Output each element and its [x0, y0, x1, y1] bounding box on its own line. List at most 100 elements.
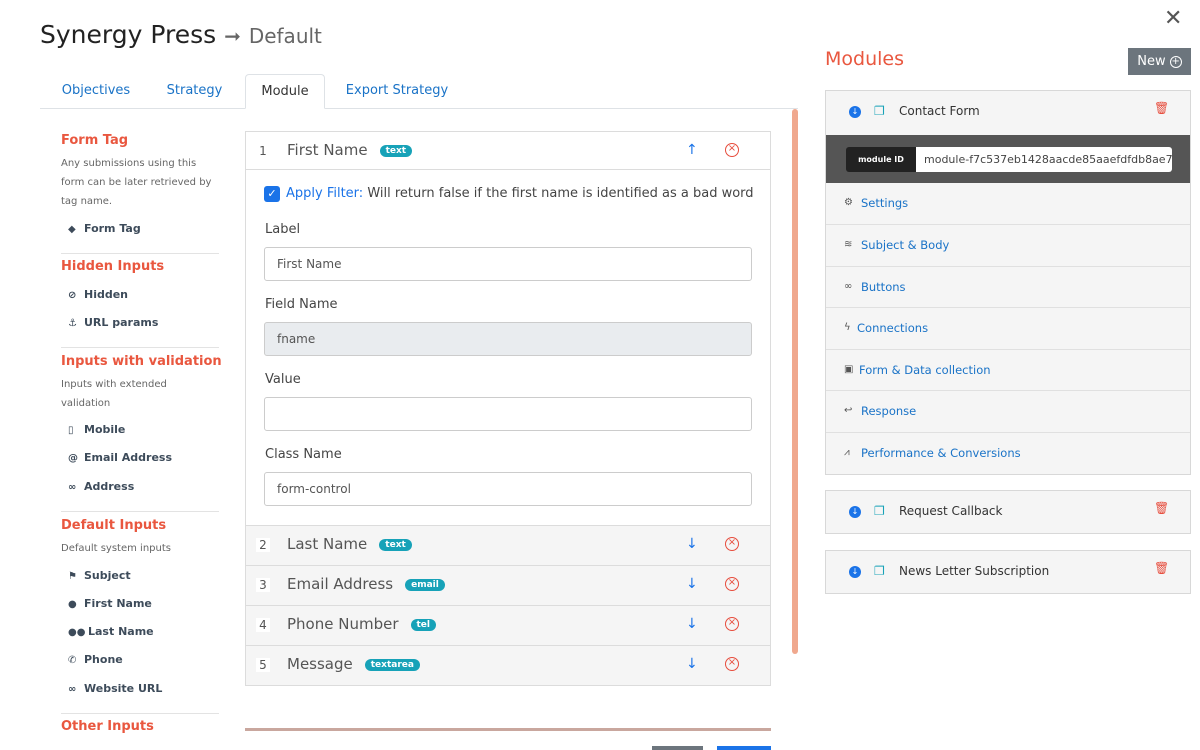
module-header[interactable]: ↓ ❐ News Letter Subscription 🗑 — [826, 551, 1190, 591]
tab-module[interactable]: Module — [245, 74, 325, 109]
module-id-input[interactable]: module-f7c537eb1428aacde85aaefdfdb8ae7e — [916, 147, 1172, 172]
arrow-down-icon[interactable]: ↓ — [686, 616, 698, 632]
module-title: Contact Form — [899, 104, 980, 118]
sidebar-item-label: Email Address — [84, 451, 173, 464]
label-field-label: Label — [265, 222, 301, 237]
tab-strategy[interactable]: Strategy — [156, 74, 233, 109]
field-name-text: Phone Number — [287, 615, 399, 633]
field-name: Last Name text — [287, 535, 412, 553]
reply-icon: ↩ — [844, 405, 853, 416]
sidebar-item-form-tag[interactable]: ◆ Form Tag — [68, 222, 141, 235]
module-item-form-data[interactable]: ▣ Form & Data collection — [826, 349, 1190, 390]
field-row-email-address[interactable]: 3 Email Address email ↓ × — [246, 565, 770, 605]
sidebar-item-first-name[interactable]: ● First Name — [68, 597, 152, 610]
field-number: 4 — [256, 618, 270, 632]
validation-heading: Inputs with validation — [61, 354, 222, 369]
value-input[interactable] — [264, 397, 752, 431]
arrow-down-icon[interactable]: ↓ — [686, 656, 698, 672]
scrollbar[interactable] — [792, 109, 798, 654]
arrow-up-icon[interactable]: ↑ — [686, 142, 698, 158]
module-item-label: Response — [861, 404, 917, 418]
sidebar-item-label: Address — [84, 480, 135, 493]
cancel-button[interactable] — [652, 746, 703, 750]
copy-icon[interactable]: ❐ — [874, 504, 885, 518]
trash-icon[interactable]: 🗑 — [1154, 501, 1169, 515]
label-input[interactable]: First Name — [264, 247, 752, 281]
tab-bar: Objectives Strategy Module Export Strate… — [40, 74, 798, 109]
remove-icon[interactable]: × — [725, 537, 739, 551]
sidebar-item-last-name[interactable]: ●● Last Name — [68, 625, 154, 638]
divider — [61, 253, 219, 254]
apply-filter-checkbox[interactable]: ✓ — [264, 186, 280, 202]
module-item-subject-body[interactable]: ≋ Subject & Body — [826, 224, 1190, 265]
sidebar-item-label: First Name — [84, 597, 152, 610]
type-badge: text — [379, 144, 413, 157]
field-name-text: Last Name — [287, 535, 368, 553]
remove-icon[interactable]: × — [725, 617, 739, 631]
divider — [61, 347, 219, 348]
form-tag-heading: Form Tag — [61, 133, 129, 148]
field-name-text: Email Address — [287, 575, 394, 593]
download-icon[interactable]: ↓ — [849, 506, 861, 518]
sidebar-item-mobile[interactable]: ▯ Mobile — [68, 423, 125, 436]
class-name-input[interactable]: form-control — [264, 472, 752, 506]
field-row-phone-number[interactable]: 4 Phone Number tel ↓ × — [246, 605, 770, 645]
module-card-newsletter: ↓ ❐ News Letter Subscription 🗑 — [825, 550, 1191, 594]
user-icon: ● — [68, 599, 77, 610]
copy-icon[interactable]: ❐ — [874, 104, 885, 118]
trash-icon[interactable]: 🗑 — [1154, 561, 1169, 575]
trash-icon[interactable]: 🗑 — [1154, 101, 1169, 115]
type-badge: textarea — [364, 658, 420, 671]
module-header[interactable]: ↓ ❐ Contact Form 🗑 — [826, 91, 1190, 131]
tag-icon: ◆ — [68, 224, 76, 235]
arrow-down-icon[interactable]: ↓ — [686, 576, 698, 592]
sidebar-item-label: Phone — [84, 653, 123, 666]
flag-icon: ⚑ — [68, 571, 77, 582]
close-icon[interactable]: ✕ — [1164, 6, 1182, 31]
sidebar-item-phone[interactable]: ✆ Phone — [68, 653, 123, 666]
module-item-response[interactable]: ↩ Response — [826, 390, 1190, 431]
field-number: 5 — [256, 658, 270, 672]
type-badge: email — [405, 578, 445, 591]
sidebar-item-label: Last Name — [88, 625, 154, 638]
chart-icon: ⩘ — [844, 447, 850, 458]
sidebar-item-label: Form Tag — [84, 222, 141, 235]
field-name-input[interactable]: fname — [264, 322, 752, 356]
sidebar-item-subject[interactable]: ⚑ Subject — [68, 569, 131, 582]
field-row-last-name[interactable]: 2 Last Name text ↓ × — [246, 525, 770, 565]
sidebar-item-url-params[interactable]: ⚓ URL params — [68, 316, 158, 329]
sidebar-item-website-url[interactable]: ∞ Website URL — [68, 682, 162, 695]
sidebar-item-label: Subject — [84, 569, 131, 582]
module-header[interactable]: ↓ ❐ Request Callback 🗑 — [826, 491, 1190, 531]
save-button[interactable] — [717, 746, 771, 750]
sidebar-item-email-address[interactable]: @ Email Address — [68, 451, 172, 464]
value-label: Value — [265, 372, 301, 387]
field-row-first-name[interactable]: 1 First Name text ↑ × — [246, 132, 770, 172]
module-item-settings[interactable]: ⚙ Settings — [826, 183, 1190, 224]
module-item-buttons[interactable]: ∞ Buttons — [826, 266, 1190, 307]
field-name: First Name text — [287, 141, 413, 159]
module-item-performance[interactable]: ⩘ Performance & Conversions — [826, 432, 1190, 473]
sidebar-item-address[interactable]: ∞ Address — [68, 480, 134, 493]
new-module-button[interactable]: New + — [1128, 48, 1191, 75]
module-card-contact-form: ↓ ❐ Contact Form 🗑 module ID module-f7c5… — [825, 90, 1191, 475]
bolt-icon: ϟ — [844, 322, 851, 333]
remove-icon[interactable]: × — [725, 143, 739, 157]
tab-objectives[interactable]: Objectives — [52, 74, 140, 109]
download-icon[interactable]: ↓ — [849, 106, 861, 118]
form-tag-description: Any submissions using this form can be l… — [61, 158, 212, 207]
download-icon[interactable]: ↓ — [849, 566, 861, 578]
default-inputs-description: Default system inputs — [61, 543, 171, 554]
module-item-connections[interactable]: ϟ Connections — [826, 307, 1190, 348]
type-badge: tel — [410, 618, 436, 631]
tab-export-strategy[interactable]: Export Strategy — [335, 74, 459, 109]
link-icon: ∞ — [68, 684, 77, 695]
arrow-down-icon[interactable]: ↓ — [686, 536, 698, 552]
remove-icon[interactable]: × — [725, 657, 739, 671]
field-row-message[interactable]: 5 Message textarea ↓ × — [246, 645, 770, 685]
copy-icon[interactable]: ❐ — [874, 564, 885, 578]
new-button-label: New — [1137, 54, 1166, 69]
sidebar-item-hidden[interactable]: ⊘ Hidden — [68, 288, 128, 301]
remove-icon[interactable]: × — [725, 577, 739, 591]
module-item-label: Connections — [857, 321, 929, 335]
